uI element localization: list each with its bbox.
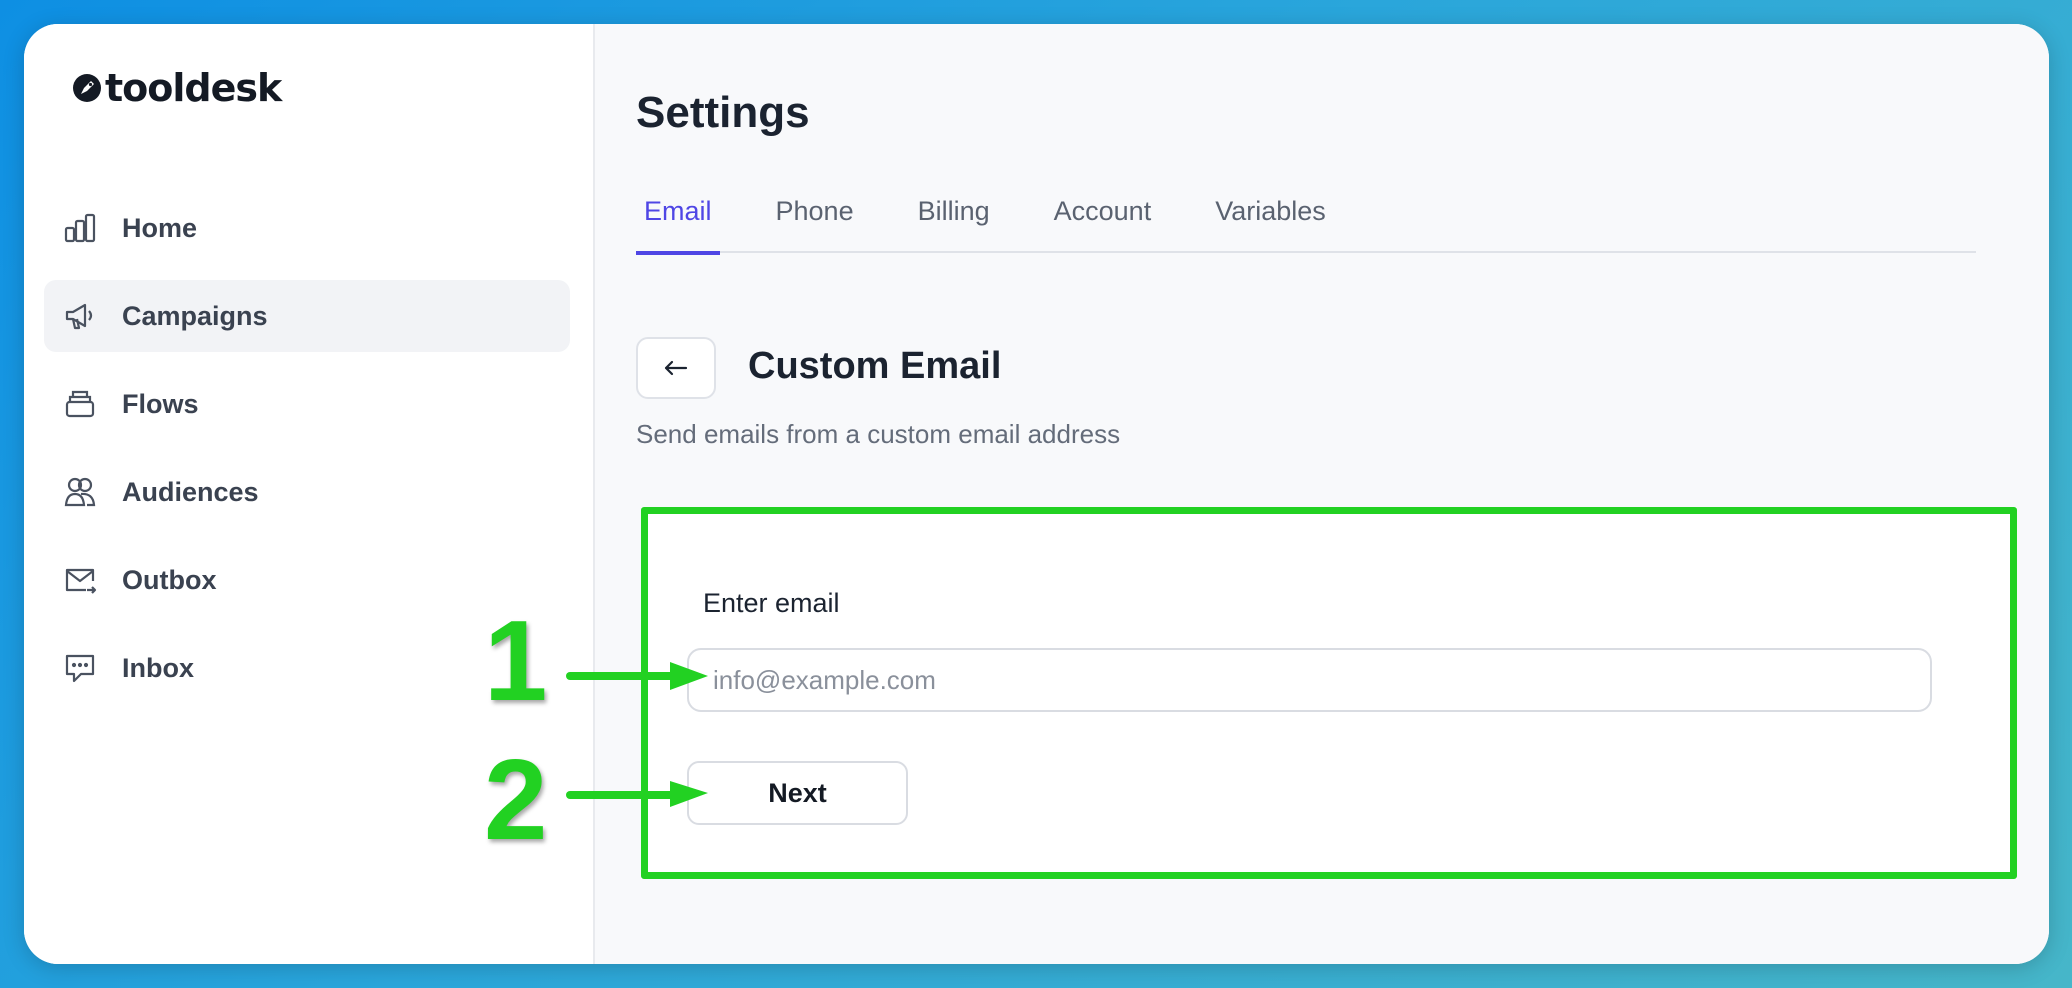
chat-bubble-icon [62, 650, 98, 686]
sidebar-item-label: Home [122, 212, 198, 243]
sidebar-item-label: Campaigns [122, 300, 268, 331]
megaphone-icon [62, 298, 98, 334]
bar-chart-icon [62, 210, 98, 246]
tab-variables[interactable]: Variables [1215, 170, 1326, 253]
email-field-label: Enter email [703, 588, 840, 618]
sidebar-item-label: Outbox [122, 564, 217, 595]
logo-text: tooldesk [105, 66, 282, 110]
section-title: Custom Email [748, 345, 1002, 387]
sidebar-item-home[interactable]: Home [44, 192, 570, 264]
sidebar-item-flows[interactable]: Flows [44, 368, 570, 440]
annotation-arrow-1 [566, 662, 708, 690]
stack-icon [62, 386, 98, 422]
sidebar-item-label: Inbox [122, 652, 194, 683]
annotation-arrow-2 [566, 781, 708, 807]
tab-billing[interactable]: Billing [918, 170, 990, 253]
tab-email[interactable]: Email [636, 170, 720, 255]
sidebar-item-label: Audiences [122, 476, 259, 507]
annotation-step-1: 1 [484, 598, 548, 725]
back-button[interactable] [636, 337, 716, 399]
page-title: Settings [636, 88, 810, 137]
logo[interactable]: tooldesk [72, 66, 282, 110]
rocket-circle-icon [73, 74, 101, 102]
next-button[interactable]: Next [687, 761, 908, 825]
tab-account[interactable]: Account [1054, 170, 1152, 253]
annotation-step-2: 2 [484, 737, 548, 864]
section-description: Send emails from a custom email address [636, 419, 1121, 449]
sidebar-item-audiences[interactable]: Audiences [44, 456, 570, 528]
settings-tabs: Email Phone Billing Account Variables [636, 170, 1976, 255]
arrow-left-icon [664, 360, 688, 376]
sidebar-item-label: Flows [122, 388, 199, 419]
email-field[interactable] [687, 648, 1932, 712]
mail-send-icon [62, 562, 98, 598]
sidebar-item-campaigns[interactable]: Campaigns [44, 280, 570, 352]
tab-phone[interactable]: Phone [776, 170, 854, 253]
users-icon [62, 474, 98, 510]
